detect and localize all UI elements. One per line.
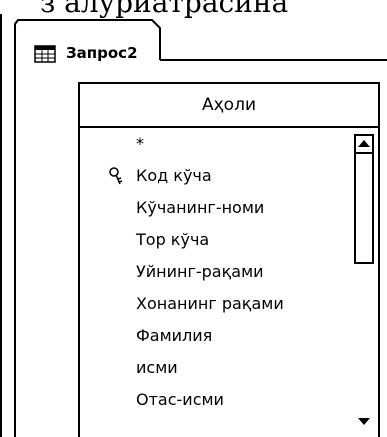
field-label: Код кўча xyxy=(136,166,212,185)
tab-label: Запрос2 xyxy=(66,44,138,62)
field-item-uyning-raqami[interactable]: Уйнинг-рақами xyxy=(80,256,352,288)
field-label: Тор кўча xyxy=(136,230,210,249)
field-label: Кўчанинг-номи xyxy=(136,198,265,217)
field-label: Хонанинг рақами xyxy=(136,294,284,313)
design-area-left-border xyxy=(14,56,16,437)
primary-key-icon xyxy=(109,167,123,185)
field-label: исми xyxy=(136,358,178,377)
scroll-up-button[interactable] xyxy=(354,134,374,154)
table-title[interactable]: Аҳоли xyxy=(80,84,378,128)
field-item-otas-ismi[interactable]: Отас-исми xyxy=(80,384,352,416)
scroll-thumb[interactable] xyxy=(354,154,374,264)
field-label: Отас-исми xyxy=(136,390,224,409)
tab-strip-baseline xyxy=(160,59,387,61)
field-list-table-ahoki[interactable]: Аҳоли * Код кўча Кўчанинг-номи Тор кўча xyxy=(78,82,380,437)
field-item-familiya[interactable]: Фамилия xyxy=(80,320,352,352)
cropped-header-text: з алуриатрасина xyxy=(40,0,289,19)
field-item-tor-kucha[interactable]: Тор кўча xyxy=(80,224,352,256)
tab-zapros2[interactable]: Запрос2 xyxy=(14,18,161,63)
scroll-down-button[interactable] xyxy=(354,414,374,430)
field-label: Фамилия xyxy=(136,326,213,345)
field-label: Уйнинг-рақами xyxy=(136,262,264,281)
vertical-scrollbar[interactable] xyxy=(354,134,374,437)
field-label: * xyxy=(136,134,144,153)
field-list: * Код кўча Кўчанинг-номи Тор кўча Уйнинг… xyxy=(80,128,352,437)
query-design-window: з алуриатрасина Запрос2 Аҳоли * Код кўча… xyxy=(0,0,387,437)
query-table-icon xyxy=(34,45,56,63)
field-item-xonaning-raqami[interactable]: Хонанинг рақами xyxy=(80,288,352,320)
field-item-kuchaning-nomi[interactable]: Кўчанинг-номи xyxy=(80,192,352,224)
window-left-border xyxy=(0,14,2,437)
field-item-kod-kucha[interactable]: Код кўча xyxy=(80,160,352,192)
scroll-up-arrow-icon xyxy=(358,140,370,147)
field-item-all[interactable]: * xyxy=(80,128,352,160)
scroll-down-arrow-icon xyxy=(358,418,370,425)
field-item-ismi[interactable]: исми xyxy=(80,352,352,384)
